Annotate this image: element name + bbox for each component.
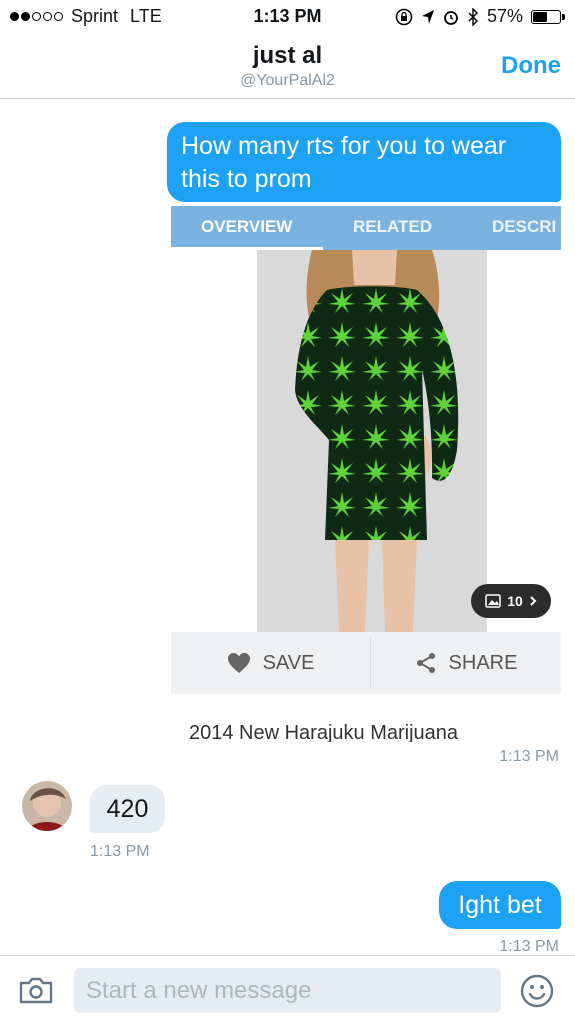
image-count-button[interactable]: 10: [471, 584, 551, 618]
message-input[interactable]: [74, 968, 501, 1013]
share-button[interactable]: SHARE: [371, 632, 561, 694]
dress-image: [257, 250, 487, 632]
incoming-message-bubble[interactable]: 420: [90, 785, 165, 833]
shared-product-card[interactable]: OVERVIEW RELATED DESCRI 10 SAVE SHARE: [171, 206, 561, 696]
contact-handle: @YourPalAl2: [240, 72, 335, 89]
outgoing-message-bubble[interactable]: How many rts for you to wear this to pro…: [167, 122, 561, 202]
tab-overview[interactable]: OVERVIEW: [201, 217, 292, 237]
share-icon: [416, 653, 435, 673]
message-composer: [0, 955, 575, 1025]
share-label: SHARE: [448, 651, 518, 674]
product-photo[interactable]: [257, 250, 487, 632]
image-count: 10: [507, 593, 523, 609]
save-button[interactable]: SAVE: [171, 632, 370, 694]
outgoing-message-bubble[interactable]: Ight bet: [439, 881, 561, 929]
status-bar: Sprint LTE 1:13 PM 57%: [0, 0, 575, 34]
bluetooth-icon: [468, 7, 478, 26]
status-right: 57%: [395, 6, 565, 27]
save-label: SAVE: [262, 651, 315, 674]
message-timestamp: 1:13 PM: [90, 843, 150, 860]
gallery-icon: [485, 594, 501, 608]
alarm-icon: [444, 10, 458, 25]
heart-icon: [227, 653, 250, 673]
battery-percent: 57%: [486, 6, 523, 26]
message-timestamp: 1:13 PM: [499, 938, 559, 955]
product-caption[interactable]: 2014 New Harajuku Marijuana: [189, 722, 561, 742]
emoji-icon[interactable]: [520, 974, 554, 1008]
contact-avatar[interactable]: [22, 781, 72, 831]
lock-rotation-icon: [395, 8, 413, 25]
camera-icon[interactable]: [18, 976, 54, 1004]
card-tab-bar: OVERVIEW RELATED DESCRI: [171, 206, 561, 250]
done-button[interactable]: Done: [501, 52, 561, 80]
location-arrow-icon: [421, 9, 434, 24]
tab-description[interactable]: DESCRI: [492, 217, 556, 237]
conversation-header: just al @YourPalAl2 Done: [0, 34, 575, 99]
chevron-right-icon: [530, 596, 537, 606]
tab-related[interactable]: RELATED: [353, 217, 432, 237]
message-timestamp: 1:13 PM: [499, 748, 559, 765]
contact-name: just al: [252, 42, 323, 69]
battery-icon: [531, 9, 565, 24]
card-actions: SAVE SHARE: [171, 632, 561, 694]
battery-fill: [533, 11, 547, 22]
